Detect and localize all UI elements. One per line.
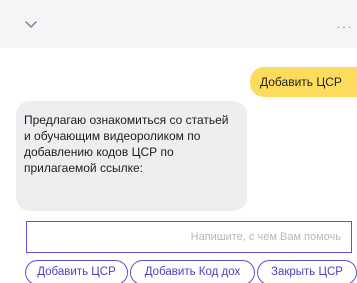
bot-message-line: и обучающим видеороликом по	[24, 129, 201, 143]
quick-reply-add-csr[interactable]: Добавить ЦСР	[25, 260, 128, 283]
bot-message-line: Предлагаю ознакомиться со статьей	[24, 113, 229, 127]
chevron-down-icon[interactable]	[24, 20, 38, 30]
bot-message-line: добавлению кодов ЦСР по	[24, 145, 174, 159]
message-input-box[interactable]	[26, 221, 352, 253]
bot-message-line: прилагаемой ссылке:	[24, 161, 143, 175]
chat-window: ··· Добавить ЦСР Предлагаю ознакомиться …	[0, 0, 357, 283]
more-dots-icon[interactable]: ···	[336, 19, 353, 33]
quick-reply-close-csr[interactable]: Закрыть ЦСР	[257, 260, 357, 283]
chat-header: ···	[0, 0, 357, 48]
quick-reply-add-income-code[interactable]: Добавить Код дох	[130, 260, 255, 283]
bot-message-bubble: Предлагаю ознакомиться со статьей и обуч…	[16, 101, 247, 211]
user-message-bubble: Добавить ЦСР	[250, 67, 357, 97]
message-input[interactable]	[27, 222, 351, 252]
